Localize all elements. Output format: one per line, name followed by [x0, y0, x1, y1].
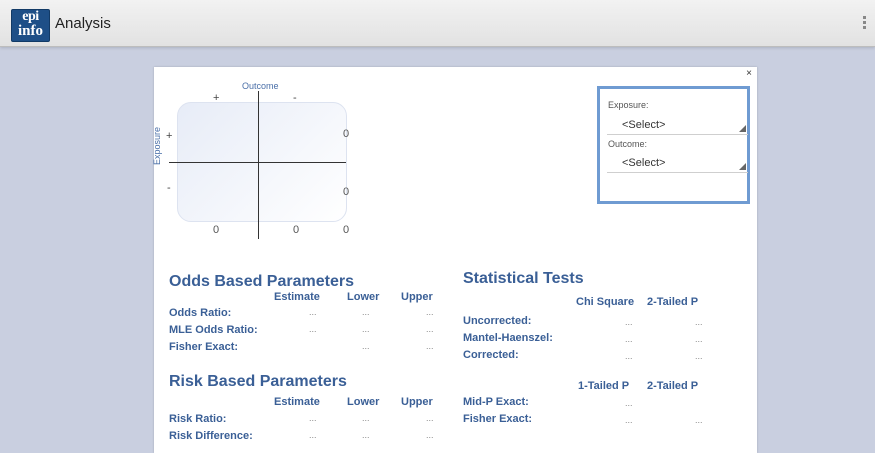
risk-col-upper: Upper [401, 396, 433, 408]
corrected-chi-square: ... [625, 351, 633, 361]
odds-col-estimate: Estimate [274, 291, 320, 303]
odds-ratio-upper: ... [426, 307, 434, 317]
fisher-exact-2-tailed-p: ... [695, 415, 703, 425]
exposure-select-label: Exposure: [608, 100, 649, 110]
mantel-haenszel-2-tailed-p: ... [695, 334, 703, 344]
risk-ratio-upper: ... [426, 413, 434, 423]
risk-row-risk-difference: Risk Difference: [169, 430, 253, 442]
risk-ratio-estimate: ... [309, 413, 317, 423]
risk-col-estimate: Estimate [274, 396, 320, 408]
odds-row-odds-ratio: Odds Ratio: [169, 307, 232, 319]
col1-total: 0 [213, 224, 220, 236]
outcome-select[interactable]: <Select> [607, 155, 748, 173]
fisher-exact-1-tailed-p: ... [625, 415, 633, 425]
table-vertical-divider [258, 91, 259, 239]
stats-section-heading: Statistical Tests [463, 270, 584, 287]
row1-total: 0 [343, 128, 350, 140]
dropdown-arrow-icon [739, 125, 746, 132]
odds-ratio-lower: ... [362, 307, 370, 317]
overflow-menu-icon[interactable] [863, 16, 867, 32]
corrected-2-tailed-p: ... [695, 351, 703, 361]
risk-col-lower: Lower [347, 396, 380, 408]
stats-row-uncorrected: Uncorrected: [463, 315, 532, 327]
fisher-exact-lower: ... [362, 341, 370, 351]
row2-total: 0 [343, 186, 350, 198]
uncorrected-2-tailed-p: ... [695, 317, 703, 327]
grand-total: 0 [343, 224, 350, 236]
stats-row-corrected: Corrected: [463, 349, 519, 361]
mantel-haenszel-chi-square: ... [625, 334, 633, 344]
stats-col-chi-square: Chi Square [576, 296, 635, 308]
close-icon[interactable]: × [746, 68, 752, 79]
exposure-minus-label: - [167, 182, 171, 194]
variable-selector-panel: Exposure: <Select> Outcome: <Select> [597, 86, 750, 204]
exposure-axis-label: Exposure [152, 126, 162, 165]
outcome-plus-label: + [213, 92, 220, 104]
table-horizontal-divider [169, 162, 346, 163]
risk-difference-estimate: ... [309, 430, 317, 440]
logo-text-bottom: info [17, 23, 43, 39]
mle-odds-ratio-upper: ... [426, 324, 434, 334]
uncorrected-chi-square: ... [625, 317, 633, 327]
odds-section-heading: Odds Based Parameters [169, 273, 354, 290]
outcome-select-value: <Select> [622, 157, 666, 169]
app-bar: epi info Analysis [0, 0, 875, 47]
risk-ratio-lower: ... [362, 413, 370, 423]
mle-odds-ratio-lower: ... [362, 324, 370, 334]
risk-section-heading: Risk Based Parameters [169, 373, 347, 390]
risk-difference-lower: ... [362, 430, 370, 440]
odds-row-mle-odds-ratio: MLE Odds Ratio: [169, 324, 258, 336]
analysis-dialog: × Outcome Exposure + - + - 0 0 0 0 0 Exp… [152, 67, 757, 453]
outcome-minus-label: - [293, 92, 297, 104]
odds-ratio-estimate: ... [309, 307, 317, 317]
stats-row-fisher-exact: Fisher Exact: [463, 413, 533, 425]
odds-row-fisher-exact: Fisher Exact: [169, 341, 239, 353]
stats-col-1-tailed-p: 1-Tailed P [578, 380, 630, 392]
risk-row-risk-ratio: Risk Ratio: [169, 413, 227, 425]
exposure-select-value: <Select> [622, 119, 666, 131]
exposure-select[interactable]: <Select> [607, 117, 748, 135]
epi-info-logo: epi info [11, 9, 50, 42]
col2-total: 0 [293, 224, 300, 236]
mle-odds-ratio-estimate: ... [309, 324, 317, 334]
stats-col-2-tailed-p: 2-Tailed P [647, 296, 699, 308]
odds-col-upper: Upper [401, 291, 433, 303]
outcome-select-label: Outcome: [608, 139, 648, 149]
stats-row-mantel-haenszel: Mantel-Haenszel: [463, 332, 553, 344]
fisher-exact-upper: ... [426, 341, 434, 351]
risk-difference-upper: ... [426, 430, 434, 440]
app-title: Analysis [55, 15, 111, 32]
odds-col-lower: Lower [347, 291, 380, 303]
mid-p-exact-1-tailed-p: ... [625, 398, 633, 408]
stats-row-mid-p-exact: Mid-P Exact: [463, 396, 529, 408]
exposure-plus-label: + [166, 130, 173, 142]
outcome-axis-label: Outcome [242, 81, 279, 91]
stats-col-2-tailed-p-exact: 2-Tailed P [647, 380, 699, 392]
dropdown-arrow-icon [739, 163, 746, 170]
